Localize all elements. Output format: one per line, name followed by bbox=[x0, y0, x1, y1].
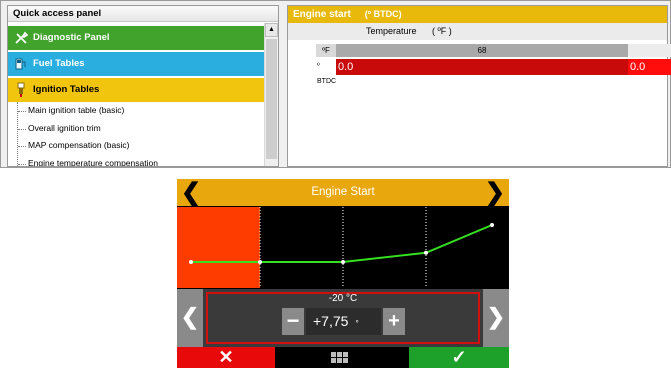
prev-column-arrow-icon[interactable]: ❮ bbox=[177, 289, 203, 347]
curve-point[interactable] bbox=[341, 260, 345, 264]
column-header-68[interactable]: 68 bbox=[336, 44, 628, 57]
quick-access-title: Quick access panel bbox=[8, 6, 278, 22]
grid-menu-icon bbox=[331, 352, 349, 364]
menu-button[interactable] bbox=[275, 347, 409, 368]
editor-header: Engine start (º BTDC) bbox=[288, 6, 667, 23]
category-label: Fuel Tables bbox=[33, 58, 85, 69]
curve-point[interactable] bbox=[258, 260, 262, 264]
value-editor-bar: ❮ ❯ -20 °C − +7,75 ° + bbox=[177, 289, 509, 347]
quick-access-panel: Quick access panel Diagnostic Panel Fuel… bbox=[7, 5, 279, 167]
category-diagnostic-panel[interactable]: Diagnostic Panel bbox=[8, 26, 266, 50]
device-screen: Engine Start ❮ ❯ ❮ ❯ -20 °C − +7,75 ° + ✕ bbox=[177, 179, 509, 368]
value-display: +7,75 ° bbox=[306, 308, 381, 335]
category-label: Ignition Tables bbox=[33, 84, 100, 95]
fuel-pump-icon bbox=[13, 56, 29, 72]
curve-point[interactable] bbox=[424, 250, 428, 255]
row-unit-label: º BTDC bbox=[316, 59, 336, 85]
scroll-up-arrow-icon[interactable]: ▲ bbox=[265, 23, 278, 37]
curve-point[interactable] bbox=[490, 223, 494, 227]
spark-plug-icon bbox=[13, 82, 29, 98]
column-unit-label: ºF bbox=[316, 44, 336, 57]
device-title: Engine Start bbox=[311, 186, 375, 198]
cancel-button[interactable]: ✕ bbox=[177, 347, 275, 368]
confirm-button[interactable]: ✓ bbox=[409, 347, 509, 368]
software-window: Quick access panel Diagnostic Panel Fuel… bbox=[0, 0, 671, 168]
value-stepper: − +7,75 ° + bbox=[278, 308, 411, 335]
column-header-empty bbox=[628, 44, 671, 57]
curve-point[interactable] bbox=[189, 260, 193, 264]
table-cell-value[interactable]: 0.0 bbox=[336, 59, 628, 75]
tree-item-map-compensation[interactable]: MAP compensation (basic) bbox=[18, 137, 266, 155]
increase-button[interactable]: + bbox=[383, 308, 405, 335]
vertical-scrollbar[interactable]: ▲ bbox=[264, 23, 278, 166]
editor-title-unit: (º BTDC) bbox=[364, 9, 402, 19]
value-number: +7,75 bbox=[313, 313, 349, 329]
selected-column-highlight bbox=[177, 207, 260, 288]
editor-title: Engine start bbox=[293, 9, 351, 20]
temperature-label: -20 °C bbox=[328, 293, 358, 304]
category-fuel-tables[interactable]: Fuel Tables bbox=[8, 52, 266, 76]
category-ignition-tables[interactable]: Ignition Tables bbox=[8, 78, 266, 102]
tree-item-overall-ignition-trim[interactable]: Overall ignition trim bbox=[18, 120, 266, 138]
device-title-bar: Engine Start ❮ ❯ bbox=[177, 179, 509, 206]
ignition-curve-chart[interactable] bbox=[177, 207, 509, 288]
editor-axis-bar: Temperature ( ºF ) bbox=[288, 23, 667, 40]
value-unit: ° bbox=[355, 319, 359, 328]
tree-item-engine-temperature-compensation[interactable]: Engine temperature compensation bbox=[18, 155, 266, 166]
engine-start-editor: Engine start (º BTDC) Temperature ( ºF ) … bbox=[287, 5, 671, 167]
wrench-screwdriver-icon bbox=[13, 30, 29, 46]
quick-access-list: Diagnostic Panel Fuel Tables Ignition Ta… bbox=[8, 23, 266, 166]
next-page-arrow-icon[interactable]: ❯ bbox=[485, 179, 505, 206]
device-action-bar: ✕ ✓ bbox=[177, 347, 509, 368]
category-label: Diagnostic Panel bbox=[33, 32, 110, 43]
axis-unit: ( ºF ) bbox=[432, 26, 452, 36]
prev-page-arrow-icon[interactable]: ❮ bbox=[181, 179, 201, 206]
value-editor-frame: -20 °C − +7,75 ° + bbox=[206, 292, 480, 344]
axis-label: Temperature bbox=[366, 26, 417, 36]
ignition-tree: Main ignition table (basic) Overall igni… bbox=[8, 102, 266, 166]
tree-item-main-ignition-table[interactable]: Main ignition table (basic) bbox=[18, 102, 266, 120]
table-cell-value[interactable]: 0.0 bbox=[628, 59, 671, 75]
decrease-button[interactable]: − bbox=[282, 308, 304, 335]
next-column-arrow-icon[interactable]: ❯ bbox=[483, 289, 509, 347]
scroll-thumb[interactable] bbox=[266, 39, 277, 159]
